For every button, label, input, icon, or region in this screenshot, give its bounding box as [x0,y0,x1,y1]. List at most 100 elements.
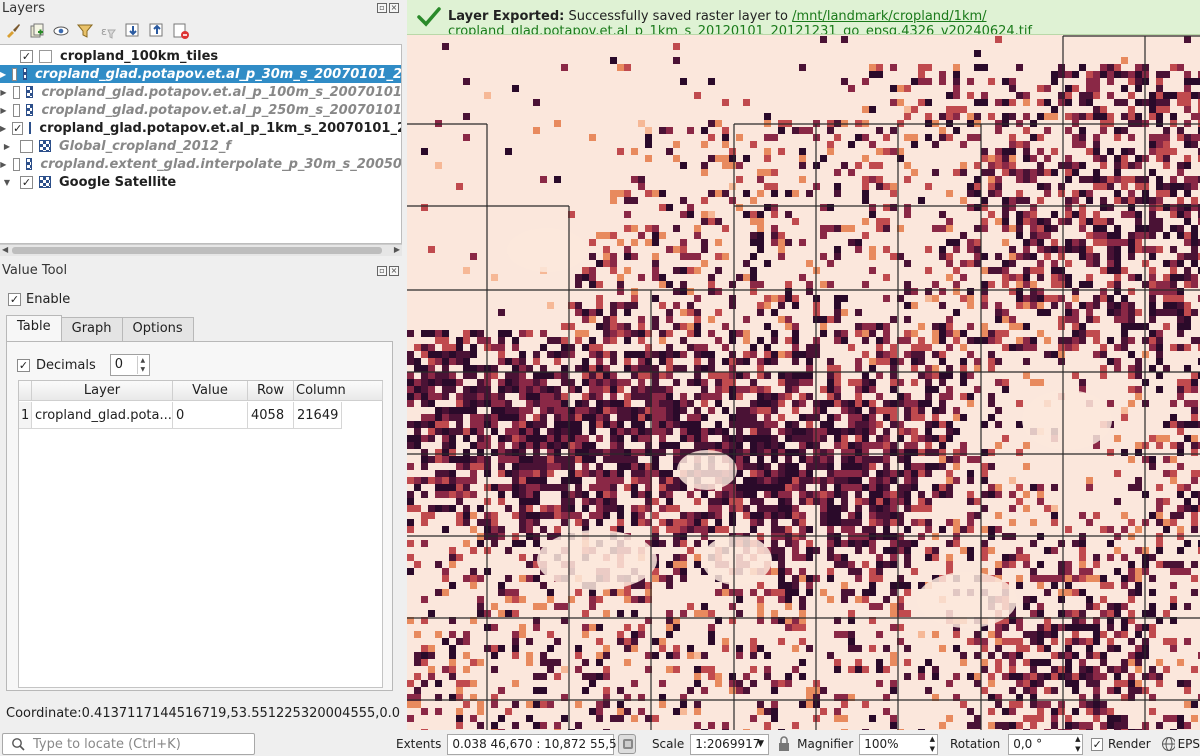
success-check-icon [417,7,441,27]
spin-down-icon[interactable]: ▼ [136,365,148,374]
message-body: Successfully saved raster layer to [568,9,788,24]
column-header-value[interactable]: Value [173,381,248,401]
map-canvas[interactable]: Layer Exported: Successfully saved raste… [407,0,1200,730]
layer-visibility-checkbox[interactable]: ✓ [20,49,33,63]
remove-layer-icon[interactable] [172,22,190,40]
layer-visibility-checkbox[interactable]: ✓ [12,121,24,135]
layer-row[interactable]: ▶ cropland.extent_glad.interpolate_p_30m_… [0,155,402,173]
chevron-down-icon[interactable]: ▼ [757,735,764,754]
layer-row[interactable]: ▶ cropland_glad.potapov.et.al_p_250m_s_20… [0,101,402,119]
chevron-right-icon[interactable]: ▶ [0,142,14,151]
add-group-icon[interactable] [28,22,46,40]
message-text: Layer Exported: Successfully saved raste… [448,9,987,24]
layer-tree-horizontal-scrollbar[interactable]: ◀ ▶ [0,244,402,256]
svg-text:ε: ε [101,25,107,38]
locator-search-input[interactable]: Type to locate (Ctrl+K) [2,733,255,755]
message-link-path[interactable]: /mnt/landmark/cropland/1km/ [792,9,986,24]
scale-combo[interactable]: 1:2069917 ▼ [690,733,769,755]
layer-tree[interactable]: ✓ cropland_100km_tiles ▶ cropland_glad.pota… [0,44,402,244]
chevron-right-icon[interactable]: ▶ [0,124,6,133]
layer-row[interactable]: ✓ cropland_100km_tiles [0,47,401,65]
layer-name: cropland_glad.potapov.et.al_p_250m_s_200… [41,102,402,118]
float-panel-icon[interactable]: ▫ [377,3,387,13]
layer-row[interactable]: ▼ ✓ Google Satellite [0,173,401,191]
tab-table[interactable]: Table [6,315,62,341]
globe-crs-icon[interactable] [1161,736,1175,752]
layer-visibility-checkbox[interactable] [12,85,21,99]
enable-label: Enable [26,292,71,307]
scrollbar-thumb[interactable] [12,247,382,254]
chevron-right-icon[interactable]: ▶ [0,160,7,169]
filter-expression-icon[interactable]: ε [100,22,118,40]
layer-row[interactable]: ▶ cropland_glad.potapov.et.al_p_30m_s_200… [0,65,401,83]
magnifier-value: 100% [864,736,899,751]
layers-panel-title: Layers [2,1,46,16]
decimals-spinbox[interactable]: 0 ▲ ▼ [109,354,150,376]
column-header-row[interactable]: Row [248,381,294,401]
chevron-right-icon[interactable]: ▶ [0,70,6,79]
layer-row[interactable]: ▶ Global_cropland_2012_f [0,137,401,155]
expand-all-icon[interactable] [124,22,142,40]
render-checkbox[interactable]: ✓ [1091,737,1103,751]
column-header-column[interactable]: Column [294,381,383,401]
spin-arrows-icon[interactable]: ▲ ▼ [930,734,935,754]
layer-row[interactable]: ▶ cropland_glad.potapov.et.al_p_100m_s_20… [0,83,401,101]
extents-label: Extents [396,737,442,751]
table-corner [19,381,32,401]
cropland-raster-map [407,35,1200,730]
vector-layer-icon [39,49,52,63]
extents-field[interactable]: 0.038 46,670 : 10,872 55,511 [447,733,632,755]
layer-visibility-checkbox[interactable] [12,157,20,171]
float-panel-icon[interactable]: ▫ [377,266,387,276]
row-index: 1 [19,402,32,429]
raster-layer-icon [29,122,32,134]
layer-visibility-checkbox[interactable] [12,103,21,117]
enable-check-icon[interactable]: ✓ [8,293,21,306]
rotation-spinbox[interactable]: 0,0 ° ▲ ▼ [1008,733,1084,755]
close-panel-icon[interactable]: × [389,266,399,276]
raster-layer-icon [26,104,34,116]
layers-dock-buttons: ▫ × [377,3,399,13]
cell-layer: cropland_glad.pota... [32,402,173,429]
column-header-layer[interactable]: Layer [32,381,173,401]
value-tool-tabs: Table Graph Options [6,315,194,341]
rotation-value: 0,0 ° [1013,736,1043,751]
scroll-right-icon[interactable]: ▶ [394,245,400,254]
scroll-left-icon[interactable]: ◀ [2,245,8,254]
value-tool-panel: Value Tool ▫ × ✓ Enable Table Graph Opti… [0,262,403,732]
locator-placeholder: Type to locate (Ctrl+K) [33,736,181,752]
collapse-all-icon[interactable] [148,22,166,40]
layer-visibility-checkbox[interactable]: ✓ [20,175,33,189]
lock-extents-icon[interactable] [618,734,636,754]
chevron-right-icon[interactable]: ▶ [0,106,7,115]
message-bar: Layer Exported: Successfully saved raste… [407,0,1200,35]
lock-scale-icon[interactable] [777,736,789,752]
raster-layer-icon [22,68,27,80]
layer-name: cropland_glad.potapov.et.al_p_1km_s_2007… [39,120,402,136]
eye-icon[interactable] [52,22,70,40]
close-panel-icon[interactable]: × [389,3,399,13]
layer-name: Global_cropland_2012_f [59,138,232,154]
layer-visibility-checkbox[interactable] [12,67,17,81]
layer-row[interactable]: ▶ ✓ cropland_glad.potapov.et.al_p_1km_s_20… [0,119,402,137]
decimals-checkbox[interactable]: ✓ [17,358,30,372]
tab-options[interactable]: Options [121,317,194,341]
raster-layer-icon [39,176,51,188]
layer-visibility-checkbox[interactable] [20,139,33,153]
layer-name: cropland.extent_glad.interpolate_p_30m_s… [40,156,402,172]
tab-graph[interactable]: Graph [60,317,123,341]
chevron-right-icon[interactable]: ▶ [0,88,7,97]
render-label: Render [1108,737,1151,751]
spin-arrows-icon[interactable]: ▲ ▼ [1075,734,1080,754]
message-link-filename[interactable]: cropland_glad.potapov.et.al_p_1km_s_2012… [448,24,1032,34]
style-brush-icon[interactable] [4,22,22,40]
value-tool-dock-buttons: ▫ × [377,266,399,276]
spin-up-icon[interactable]: ▲ [136,356,148,365]
chevron-down-icon[interactable]: ▼ [0,178,14,187]
magnifier-spinbox[interactable]: 100% ▲ ▼ [859,733,938,755]
crs-label[interactable]: EPS [1178,737,1200,751]
decimals-control: ✓ Decimals 0 ▲ ▼ [17,354,150,376]
coordinate-readout: Coordinate:0.4137117144516719,53.5512253… [6,706,401,721]
enable-checkbox[interactable]: ✓ Enable [8,292,70,307]
filter-icon[interactable] [76,22,94,40]
